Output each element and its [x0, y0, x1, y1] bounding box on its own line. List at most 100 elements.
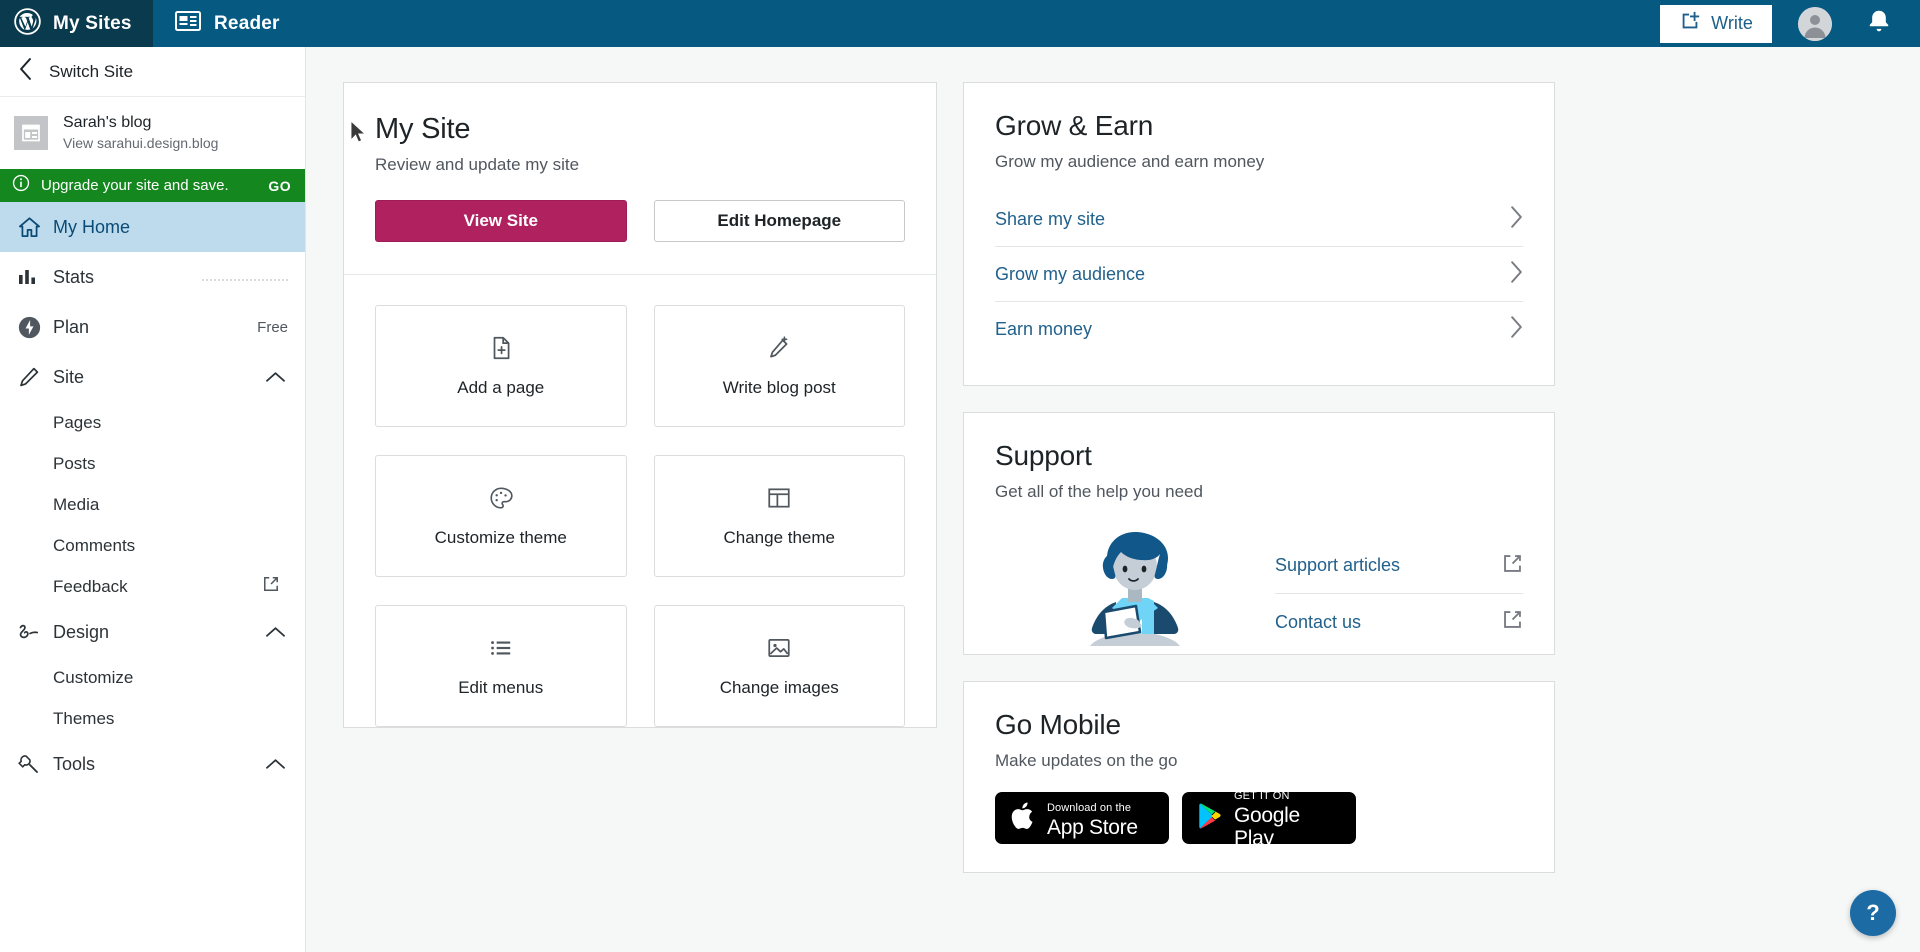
masterbar-my-sites[interactable]: My Sites — [0, 0, 153, 47]
app-store-badge[interactable]: Download on the App Store — [995, 792, 1169, 844]
site-url: View sarahui.design.blog — [63, 135, 219, 151]
sidebar-item-feedback[interactable]: Feedback — [0, 566, 305, 607]
tile-edit-menus-label: Edit menus — [458, 677, 544, 697]
help-question-icon: ? — [1866, 900, 1880, 925]
quick-action-tiles: Add a page Write blog post Customize the… — [344, 275, 936, 727]
write-post-icon — [766, 335, 792, 366]
wordpress-dashboard: My Sites Reader Write Switch Site Sarah'… — [0, 0, 1920, 952]
sidebar-item-stats[interactable]: Stats — [0, 252, 305, 302]
chevron-right-icon — [1510, 260, 1523, 288]
reader-icon — [175, 10, 201, 37]
palette-icon — [488, 485, 514, 516]
grow-earn-title: Grow & Earn — [995, 110, 1154, 141]
chevron-up-icon[interactable] — [266, 758, 285, 770]
sidebar-item-pages-label: Pages — [53, 412, 102, 432]
wordpress-logo-icon — [14, 7, 41, 40]
user-avatar-icon[interactable] — [1798, 6, 1832, 41]
plan-badge: Free — [257, 318, 288, 336]
my-site-header: My Site Review and update my site View S… — [344, 83, 936, 275]
sidebar-item-tools[interactable]: Tools — [0, 739, 305, 789]
masterbar-spacer — [304, 0, 1660, 47]
sidebar-item-customize[interactable]: Customize — [0, 657, 305, 698]
tile-write-blog-post-label: Write blog post — [722, 377, 836, 397]
link-support-articles[interactable]: Support articles — [1275, 538, 1523, 594]
sidebar-item-design[interactable]: Design — [0, 607, 305, 657]
upgrade-banner[interactable]: Upgrade your site and save. GO — [0, 169, 305, 202]
home-icon — [17, 215, 53, 240]
sidebar-item-my-home-label: My Home — [53, 216, 131, 237]
notifications-bell-icon[interactable] — [1866, 8, 1892, 39]
support-title: Support — [995, 440, 1092, 471]
tile-customize-theme-label: Customize theme — [434, 527, 567, 547]
wrench-icon — [17, 752, 53, 776]
switch-site-button[interactable]: Switch Site — [0, 47, 305, 97]
view-site-button[interactable]: View Site — [375, 200, 627, 242]
sidebar-item-tools-label: Tools — [53, 753, 96, 774]
theme-layout-icon — [766, 485, 792, 516]
sidebar-item-design-label: Design — [53, 621, 110, 642]
tile-change-theme[interactable]: Change theme — [653, 455, 905, 577]
go-mobile-title: Go Mobile — [995, 709, 1121, 740]
main-content: My Site Review and update my site View S… — [306, 47, 1920, 952]
google-play-badge[interactable]: GET IT ON Google Play — [1182, 790, 1356, 850]
link-share-my-site-label: Share my site — [995, 208, 1106, 229]
stats-bars-icon — [17, 266, 53, 288]
write-button-label: Write — [1711, 13, 1753, 33]
external-link-icon — [1502, 553, 1523, 579]
chevron-right-icon — [1510, 205, 1523, 233]
chevron-up-icon[interactable] — [266, 371, 285, 383]
grow-earn-card: Grow & Earn Grow my audience and earn mo… — [963, 82, 1555, 386]
sidebar-item-customize-label: Customize — [53, 667, 134, 687]
upgrade-banner-go[interactable]: GO — [268, 178, 291, 194]
grow-earn-subtitle: Grow my audience and earn money — [995, 152, 1265, 171]
edit-homepage-button[interactable]: Edit Homepage — [653, 200, 905, 242]
page-subtitle: Review and update my site — [375, 155, 580, 174]
external-link-icon — [263, 576, 279, 597]
sidebar-item-site[interactable]: Site — [0, 352, 305, 402]
sidebar-item-comments-label: Comments — [53, 535, 136, 555]
add-page-icon — [488, 335, 514, 366]
stats-sparkline — [202, 272, 288, 282]
pencil-icon — [17, 365, 53, 389]
link-support-articles-label: Support articles — [1275, 555, 1401, 575]
masterbar-my-sites-label: My Sites — [53, 12, 132, 34]
current-site-card[interactable]: Sarah's blog View sarahui.design.blog — [0, 97, 305, 169]
link-grow-my-audience[interactable]: Grow my audience — [995, 247, 1523, 302]
tile-edit-menus[interactable]: Edit menus — [375, 605, 627, 727]
write-button[interactable]: Write — [1660, 4, 1772, 43]
site-layout-icon — [14, 116, 48, 150]
sidebar-item-themes[interactable]: Themes — [0, 698, 305, 739]
tile-add-a-page[interactable]: Add a page — [375, 305, 627, 427]
switch-site-label: Switch Site — [49, 61, 134, 81]
link-contact-us[interactable]: Contact us — [1275, 594, 1523, 650]
google-play-badge-big: Google Play — [1234, 804, 1300, 850]
help-fab-button[interactable]: ? — [1850, 890, 1896, 936]
external-link-icon — [1502, 609, 1523, 635]
go-mobile-card: Go Mobile Make updates on the go Downloa… — [963, 681, 1555, 873]
link-earn-money[interactable]: Earn money — [995, 302, 1523, 357]
link-earn-money-label: Earn money — [995, 319, 1093, 339]
tile-customize-theme[interactable]: Customize theme — [375, 455, 627, 577]
sidebar-item-stats-label: Stats — [53, 266, 95, 287]
sidebar-item-pages[interactable]: Pages — [0, 402, 305, 443]
support-links: Support articles Contact us — [1275, 524, 1523, 650]
sidebar-item-posts-label: Posts — [53, 453, 96, 473]
tile-change-images[interactable]: Change images — [653, 605, 905, 727]
sidebar-item-posts[interactable]: Posts — [0, 443, 305, 484]
link-grow-my-audience-label: Grow my audience — [995, 263, 1146, 284]
masterbar-reader-label: Reader — [214, 12, 280, 34]
link-share-my-site[interactable]: Share my site — [995, 192, 1523, 247]
sidebar-item-media[interactable]: Media — [0, 484, 305, 525]
sidebar-item-plan[interactable]: Plan Free — [0, 302, 305, 352]
site-name: Sarah's blog — [63, 114, 152, 131]
masterbar-reader[interactable]: Reader — [153, 0, 304, 47]
info-circle-icon — [12, 174, 30, 197]
my-site-actions: View Site Edit Homepage — [375, 200, 905, 242]
tile-write-blog-post[interactable]: Write blog post — [653, 305, 905, 427]
google-play-badge-small: GET IT ON — [1234, 790, 1290, 802]
sidebar-item-my-home[interactable]: My Home — [0, 202, 305, 252]
write-pencil-icon — [1679, 10, 1701, 37]
chevron-up-icon[interactable] — [266, 626, 285, 638]
sidebar-item-comments[interactable]: Comments — [0, 525, 305, 566]
chevron-right-icon — [1510, 316, 1523, 343]
